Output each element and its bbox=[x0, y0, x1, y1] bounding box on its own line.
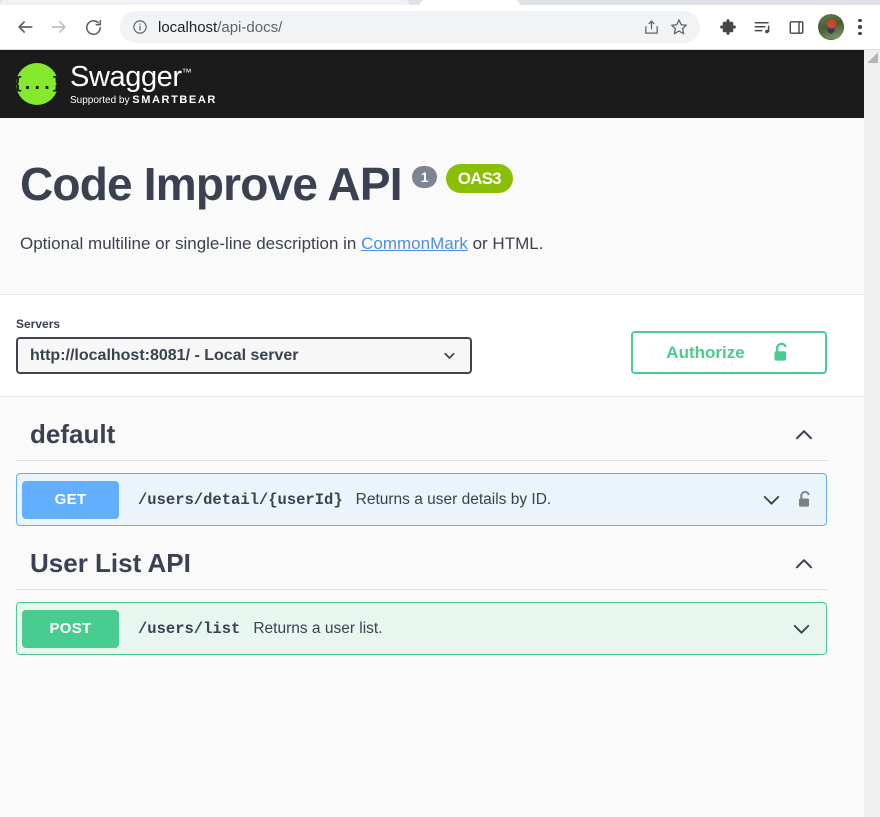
swagger-logo[interactable]: {...} Swagger™ Supported by SMARTBEAR bbox=[13, 60, 217, 106]
tag-header-user-list-api[interactable]: User List API bbox=[16, 526, 827, 591]
servers-block: Servers http://localhost:8081/ - Local s… bbox=[0, 294, 864, 398]
chevron-down-icon bbox=[444, 353, 455, 360]
http-method-badge: POST bbox=[22, 609, 119, 648]
browser-tab-inactive[interactable] bbox=[0, 0, 410, 5]
operation-path: /users/detail/{userId} bbox=[138, 490, 343, 509]
operation-row-get-users-detail[interactable]: GET /users/detail/{userId} Returns a use… bbox=[16, 473, 827, 527]
authorize-label: Authorize bbox=[666, 342, 745, 362]
servers-selector-group: Servers http://localhost:8081/ - Local s… bbox=[16, 317, 472, 375]
chevron-up-icon[interactable] bbox=[791, 551, 817, 577]
page-title: Code Improve API 1 OAS3 bbox=[20, 160, 844, 208]
profile-avatar[interactable] bbox=[818, 14, 844, 40]
operation-actions bbox=[759, 487, 817, 512]
window-edge-gutter bbox=[864, 50, 880, 817]
tag-header-default[interactable]: default bbox=[16, 397, 827, 462]
bookmark-star-icon[interactable] bbox=[670, 18, 688, 36]
trademark-symbol: ™ bbox=[181, 66, 192, 78]
api-info-block: Code Improve API 1 OAS3 Optional multili… bbox=[0, 118, 864, 295]
api-version-badge: 1 bbox=[411, 166, 437, 189]
swagger-supported-by: Supported by SMARTBEAR bbox=[70, 93, 217, 106]
tag-name-user-list-api: User List API bbox=[30, 548, 191, 579]
browser-toolbar: localhost/api-docs/ bbox=[0, 5, 880, 50]
omnibox-actions bbox=[633, 18, 688, 36]
swagger-logo-glyph: {...} bbox=[12, 74, 62, 94]
extensions-puzzle-icon[interactable] bbox=[714, 13, 742, 41]
back-button[interactable] bbox=[10, 12, 40, 42]
reload-button[interactable] bbox=[78, 12, 108, 42]
swagger-topbar: {...} Swagger™ Supported by SMARTBEAR bbox=[0, 50, 864, 118]
api-description: Optional multiline or single-line descri… bbox=[20, 234, 544, 254]
operation-path: /users/list bbox=[138, 619, 241, 638]
tag-section-user-list-api: User List API POST /users/list Returns a… bbox=[0, 526, 864, 656]
url-path: /api-docs/ bbox=[217, 18, 283, 36]
servers-label: Servers bbox=[16, 317, 61, 332]
browser-viewport: {...} Swagger™ Supported by SMARTBEAR Co… bbox=[0, 50, 880, 817]
commonmark-link[interactable]: CommonMark bbox=[361, 234, 468, 253]
operation-actions bbox=[789, 616, 817, 641]
browser-toolbar-icons bbox=[708, 13, 870, 41]
window-resize-grip[interactable] bbox=[867, 52, 878, 63]
chevron-down-icon[interactable] bbox=[789, 616, 814, 641]
api-title-text: Code Improve API bbox=[20, 158, 402, 210]
reload-icon bbox=[85, 19, 101, 35]
operation-summary: Returns a user list. bbox=[253, 619, 383, 637]
tag-name-default: default bbox=[30, 419, 116, 450]
swagger-wordmark: Swagger™ Supported by SMARTBEAR bbox=[70, 60, 217, 106]
chevron-up-icon[interactable] bbox=[791, 422, 817, 448]
swagger-braces-icon: {...} bbox=[13, 63, 62, 105]
swagger-brand-name: Swagger™ bbox=[70, 60, 192, 93]
operation-summary: Returns a user details by ID. bbox=[355, 490, 552, 508]
url-text: localhost/api-docs/ bbox=[158, 19, 282, 36]
server-select-value: http://localhost:8081/ - Local server bbox=[30, 346, 299, 364]
http-method-badge: GET bbox=[22, 480, 119, 519]
oas-version-badge: OAS3 bbox=[445, 164, 513, 194]
browser-tab-active[interactable] bbox=[420, 0, 520, 5]
address-bar[interactable]: localhost/api-docs/ bbox=[120, 11, 700, 43]
authorize-button[interactable]: Authorize bbox=[631, 331, 827, 375]
site-info-icon[interactable] bbox=[132, 19, 148, 35]
forward-button[interactable] bbox=[44, 12, 74, 42]
chevron-down-icon[interactable] bbox=[759, 487, 784, 512]
share-icon[interactable] bbox=[643, 19, 660, 36]
tag-section-default: default GET /users/detail/{userId} Retur… bbox=[0, 397, 864, 527]
forward-arrow-icon bbox=[51, 21, 66, 33]
swagger-ui-page: {...} Swagger™ Supported by SMARTBEAR Co… bbox=[0, 50, 864, 817]
back-arrow-icon bbox=[18, 21, 33, 33]
url-host: localhost bbox=[158, 18, 218, 36]
unlocked-padlock-icon bbox=[774, 342, 787, 361]
side-panel-icon[interactable] bbox=[782, 13, 810, 41]
server-select[interactable]: http://localhost:8081/ - Local server bbox=[16, 337, 472, 375]
operation-row-post-users-list[interactable]: POST /users/list Returns a user list. bbox=[16, 602, 827, 656]
kebab-menu-icon[interactable] bbox=[850, 18, 870, 36]
browser-tab-strip[interactable] bbox=[0, 0, 880, 5]
media-playlist-icon[interactable] bbox=[748, 13, 776, 41]
unlocked-padlock-icon[interactable] bbox=[796, 489, 814, 511]
